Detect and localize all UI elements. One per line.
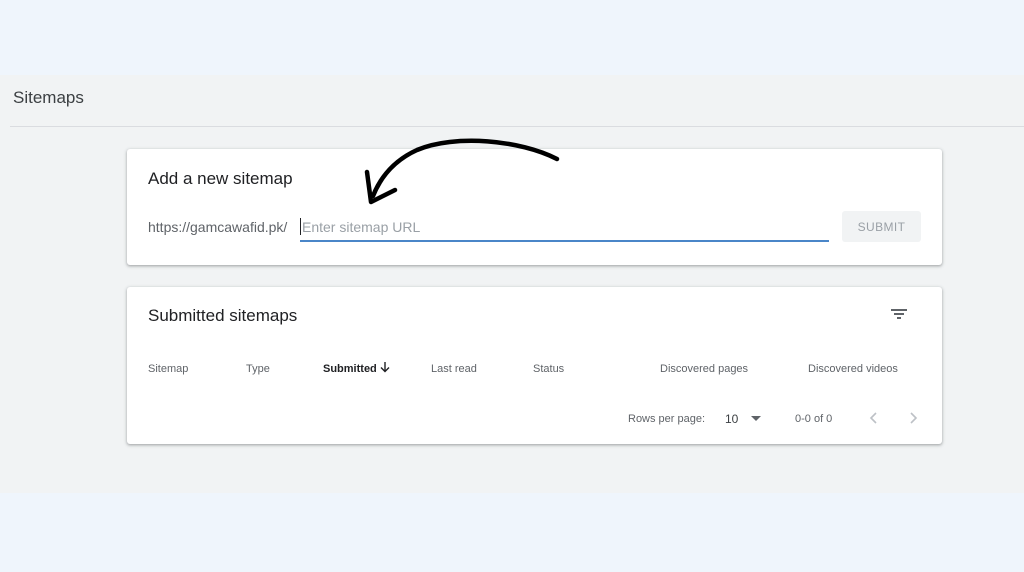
annotation-arrow-icon xyxy=(364,138,560,205)
url-prefix: https://gamcawafid.pk/ xyxy=(148,219,288,235)
sitemap-url-input[interactable] xyxy=(300,216,829,242)
page-title: Sitemaps xyxy=(13,88,84,107)
submitted-sitemaps-title: Submitted sitemaps xyxy=(148,306,298,325)
arrow-down-icon[interactable] xyxy=(378,359,392,375)
chevron-left-icon[interactable] xyxy=(866,409,882,427)
submit-button[interactable]: SUBMIT xyxy=(842,211,921,242)
column-header-discovered-videos[interactable]: Discovered videos xyxy=(808,363,898,375)
submitted-sitemaps-card: Submitted sitemaps Sitemap Type Submitte… xyxy=(127,287,942,444)
chevron-right-icon[interactable] xyxy=(905,409,921,427)
column-header-sitemap[interactable]: Sitemap xyxy=(148,363,188,375)
column-header-discovered-pages[interactable]: Discovered pages xyxy=(660,363,748,375)
filter-list-icon[interactable] xyxy=(889,305,909,323)
rows-per-page-select[interactable]: 10 xyxy=(725,410,765,428)
rows-per-page-label: Rows per page: xyxy=(628,413,706,425)
column-header-type[interactable]: Type xyxy=(246,363,270,375)
dropdown-arrow-icon xyxy=(751,416,761,421)
text-cursor xyxy=(300,218,301,235)
column-header-last-read[interactable]: Last read xyxy=(431,363,477,375)
header-divider xyxy=(10,126,1024,127)
column-header-submitted[interactable]: Submitted xyxy=(323,363,377,375)
pagination-range: 0-0 of 0 xyxy=(795,413,833,425)
rows-per-page-value: 10 xyxy=(725,412,739,426)
add-sitemap-title: Add a new sitemap xyxy=(148,169,293,188)
column-header-status[interactable]: Status xyxy=(533,363,564,375)
